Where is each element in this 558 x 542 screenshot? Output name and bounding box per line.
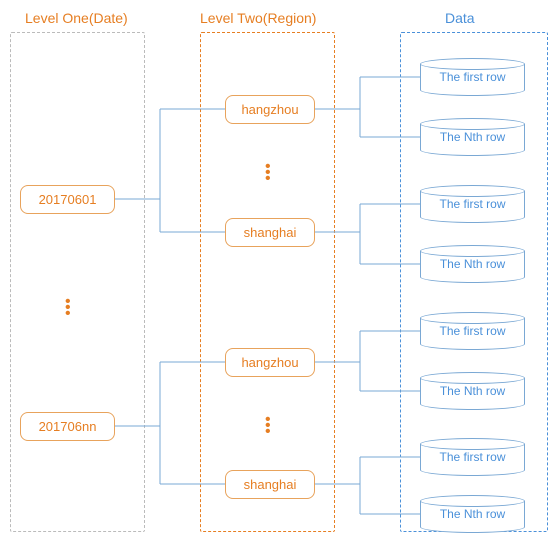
- header-level-two: Level Two(Region): [200, 10, 316, 26]
- region-node-0-0: hangzhou: [225, 95, 315, 124]
- data-cylinder: The Nth row: [420, 118, 525, 156]
- data-cylinder: The first row: [420, 312, 525, 350]
- vdots-level1: •••: [65, 300, 71, 318]
- data-row-label: The first row: [420, 70, 525, 84]
- region-node-0-1: shanghai: [225, 218, 315, 247]
- data-row-label: The Nth row: [420, 130, 525, 144]
- header-level-one: Level One(Date): [25, 10, 128, 26]
- data-row-label: The first row: [420, 450, 525, 464]
- data-row-label: The Nth row: [420, 257, 525, 271]
- data-cylinder: The Nth row: [420, 245, 525, 283]
- data-cylinder: The first row: [420, 438, 525, 476]
- data-cylinder: The first row: [420, 185, 525, 223]
- region-node-1-1: shanghai: [225, 470, 315, 499]
- data-cylinder: The Nth row: [420, 495, 525, 533]
- data-row-label: The Nth row: [420, 507, 525, 521]
- data-row-label: The first row: [420, 324, 525, 338]
- header-data: Data: [445, 10, 475, 26]
- region-node-1-0: hangzhou: [225, 348, 315, 377]
- data-cylinder: The Nth row: [420, 372, 525, 410]
- vdots-level2-0: •••: [265, 165, 271, 183]
- date-node-0: 20170601: [20, 185, 115, 214]
- date-node-1: 201706nn: [20, 412, 115, 441]
- data-row-label: The first row: [420, 197, 525, 211]
- vdots-level2-1: •••: [265, 418, 271, 436]
- data-cylinder: The first row: [420, 58, 525, 96]
- level-one-container: [10, 32, 145, 532]
- data-row-label: The Nth row: [420, 384, 525, 398]
